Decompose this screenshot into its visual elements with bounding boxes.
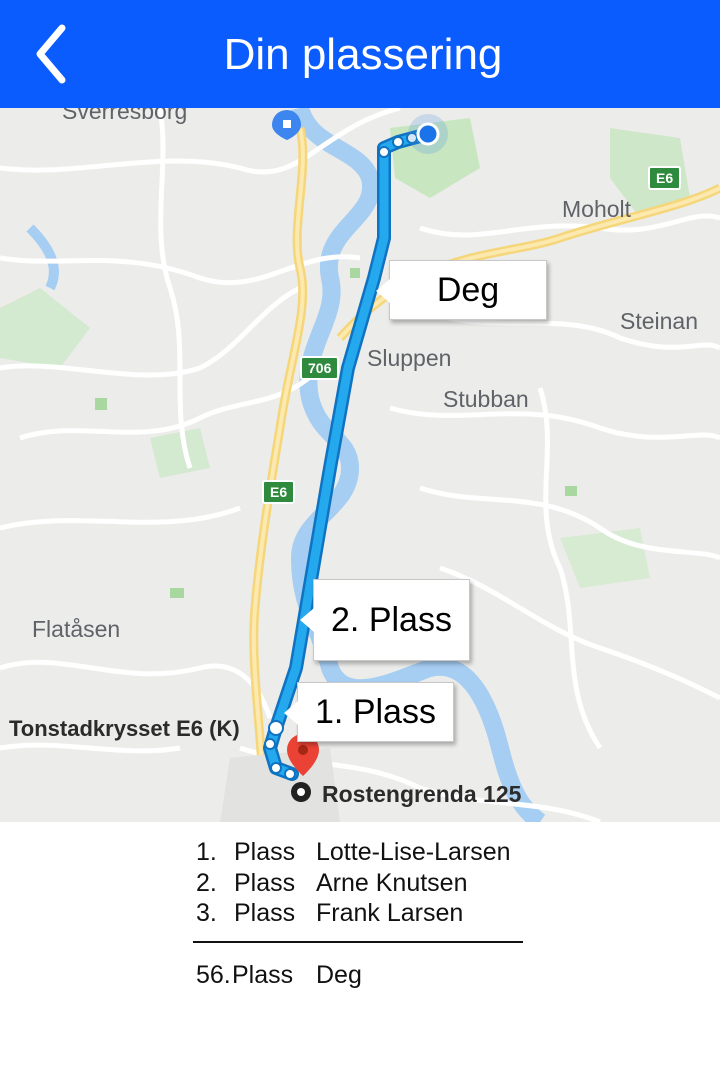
rank-number: 1. (196, 838, 217, 866)
callout-first-place-label: 1. Plass (315, 692, 436, 731)
place-label-flataasen: Flatåsen (32, 616, 121, 642)
map-view[interactable]: Sverresborg Moholt Steinan Sluppen Stubb… (0, 108, 720, 822)
road-shield-e6-mid: E6 (262, 480, 296, 504)
road-shield-e6-top: E6 (648, 166, 682, 190)
player-name: Arne Knutsen (316, 869, 468, 897)
callout-you: Deg (376, 260, 547, 320)
rank-word: Plass (234, 869, 296, 897)
rank-number: 2. (196, 869, 217, 897)
place-label-stubban: Stubban (443, 386, 529, 412)
player-name: Lotte-Lise-Larsen (316, 838, 511, 866)
rank-word: Plass (234, 899, 296, 927)
callout-second-place-label: 2. Plass (331, 600, 452, 639)
place-label-sverresborg: Sverresborg (62, 108, 188, 124)
place-label-sluppen: Sluppen (367, 345, 452, 371)
rank-number: 3. (196, 899, 217, 927)
callout-you-label: Deg (436, 270, 500, 309)
own-name: Deg (316, 961, 362, 989)
rank-word: Plass (234, 838, 296, 866)
own-rank-word: Plass (232, 961, 294, 989)
callout-first-place: 1. Plass (284, 682, 454, 742)
place-label-tonstadkrysset: Tonstadkrysset E6 (K) (9, 716, 240, 741)
place-label-moholt: Moholt (562, 196, 632, 222)
destination-icon (291, 782, 311, 802)
player-name: Frank Larsen (316, 899, 464, 927)
own-rank-number: 56. (196, 961, 231, 989)
road-shield-706: 706 (300, 356, 340, 380)
leaderboard-divider (193, 941, 523, 943)
app-header: Din plassering (0, 0, 720, 108)
callout-second-place: 2. Plass (300, 579, 470, 661)
place-label-steinan: Steinan (620, 308, 699, 334)
destination-label: Rostengrenda 125 (322, 781, 522, 807)
page-title: Din plassering (223, 30, 503, 79)
